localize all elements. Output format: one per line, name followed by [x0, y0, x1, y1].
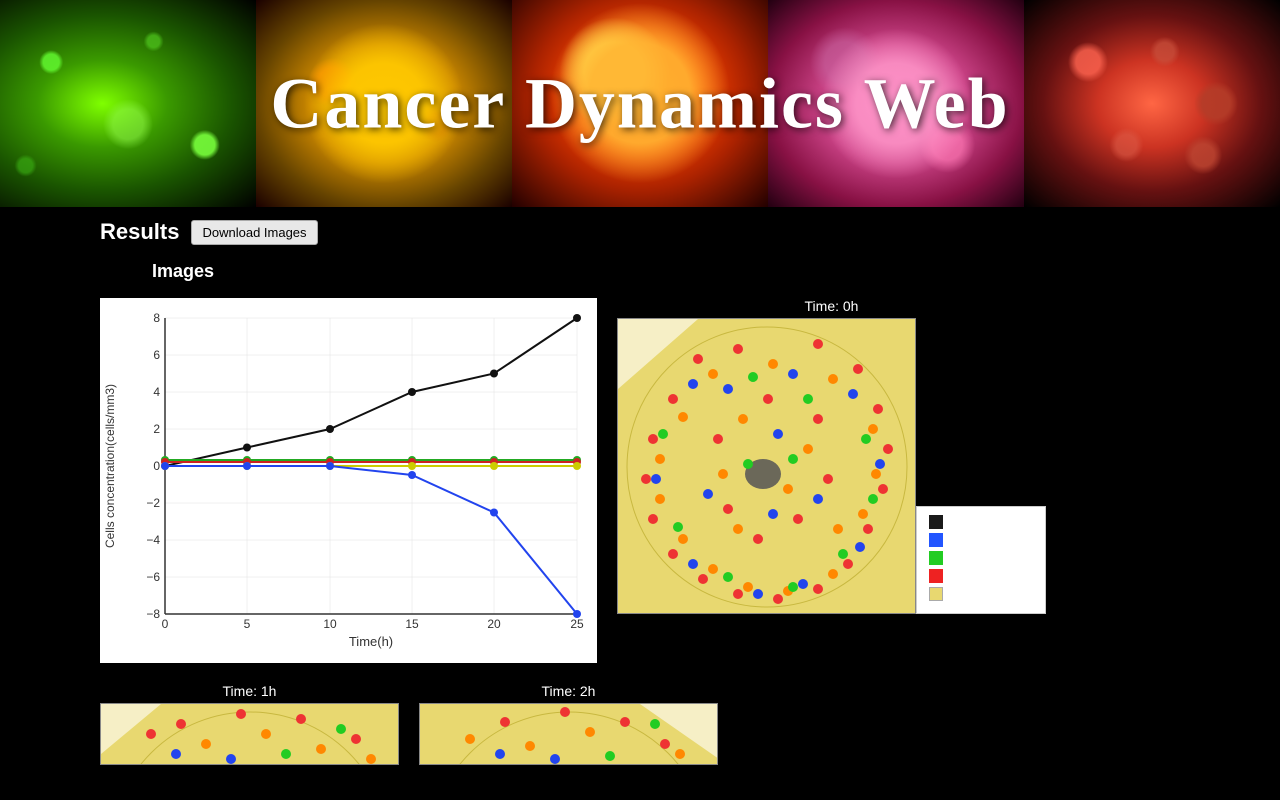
svg-text:0: 0 — [153, 459, 160, 473]
results-header: Results Download Images — [100, 219, 1180, 245]
charts-row: 8 6 4 2 0 −2 −4 −6 −8 0 5 10 15 20 — [100, 298, 1180, 663]
svg-text:−2: −2 — [146, 496, 160, 510]
svg-text:−6: −6 — [146, 570, 160, 584]
legend-color-cd8 — [929, 569, 943, 583]
legend-item-il2: IL-2 — [929, 587, 1033, 601]
header-banner: Cancer Dynamics Web — [0, 0, 1280, 207]
results-title: Results — [100, 219, 179, 245]
svg-text:20: 20 — [487, 617, 501, 631]
legend-item-tumor: Tumor cells — [929, 515, 1033, 529]
legend-color-tumor — [929, 515, 943, 529]
scatter-plot-1h: Time: 1h — [100, 683, 399, 765]
bottom-charts-row: Time: 1h — [100, 683, 1180, 765]
legend-label-tumor: Tumor cells — [949, 515, 1011, 529]
scatter-image-1h — [100, 703, 399, 765]
line-chart: 8 6 4 2 0 −2 −4 −6 −8 0 5 10 15 20 — [100, 298, 597, 663]
legend-color-dendritic — [929, 551, 943, 565]
svg-text:10: 10 — [323, 617, 337, 631]
svg-text:2: 2 — [153, 422, 160, 436]
images-label: Images — [152, 261, 1180, 282]
scatter-time-2h: Time: 2h — [542, 683, 596, 699]
scatter-plot-0h: Time: 0h — [617, 298, 1046, 614]
legend-box: Tumor cells CD4 T cells Dendritic cells … — [916, 506, 1046, 614]
legend-item-cd8: CD8 T cells — [929, 569, 1033, 583]
svg-text:15: 15 — [405, 617, 419, 631]
svg-text:−4: −4 — [146, 533, 160, 547]
svg-text:5: 5 — [244, 617, 251, 631]
download-images-button[interactable]: Download Images — [191, 220, 317, 245]
scatter-time-0h: Time: 0h — [805, 298, 859, 314]
legend-color-cd4 — [929, 533, 943, 547]
svg-text:0: 0 — [162, 617, 169, 631]
legend-label-il2: IL-2 — [949, 587, 970, 601]
svg-text:6: 6 — [153, 348, 160, 362]
svg-text:25: 25 — [570, 617, 584, 631]
scatter-wrapper-0h: Tumor cells CD4 T cells Dendritic cells … — [617, 318, 1046, 614]
legend-label-dendritic: Dendritic cells — [949, 551, 1024, 565]
legend-label-cd4: CD4 T cells — [949, 533, 1011, 547]
scatter-time-1h: Time: 1h — [223, 683, 277, 699]
scatter-image-2h — [419, 703, 718, 765]
svg-text:Cells concentration(cells/mm3): Cells concentration(cells/mm3) — [103, 384, 117, 548]
site-title: Cancer Dynamics Web — [0, 62, 1280, 145]
svg-text:−8: −8 — [146, 607, 160, 621]
legend-label-cd8: CD8 T cells — [949, 569, 1011, 583]
main-content: Results Download Images Images — [0, 207, 1280, 785]
legend-item-dendritic: Dendritic cells — [929, 551, 1033, 565]
scatter-image-0h — [617, 318, 916, 614]
svg-text:4: 4 — [153, 385, 160, 399]
legend-item-cd4: CD4 T cells — [929, 533, 1033, 547]
svg-text:Time(h): Time(h) — [349, 634, 393, 649]
legend-color-il2 — [929, 587, 943, 601]
svg-text:8: 8 — [153, 311, 160, 325]
scatter-plot-2h: Time: 2h — [419, 683, 718, 765]
